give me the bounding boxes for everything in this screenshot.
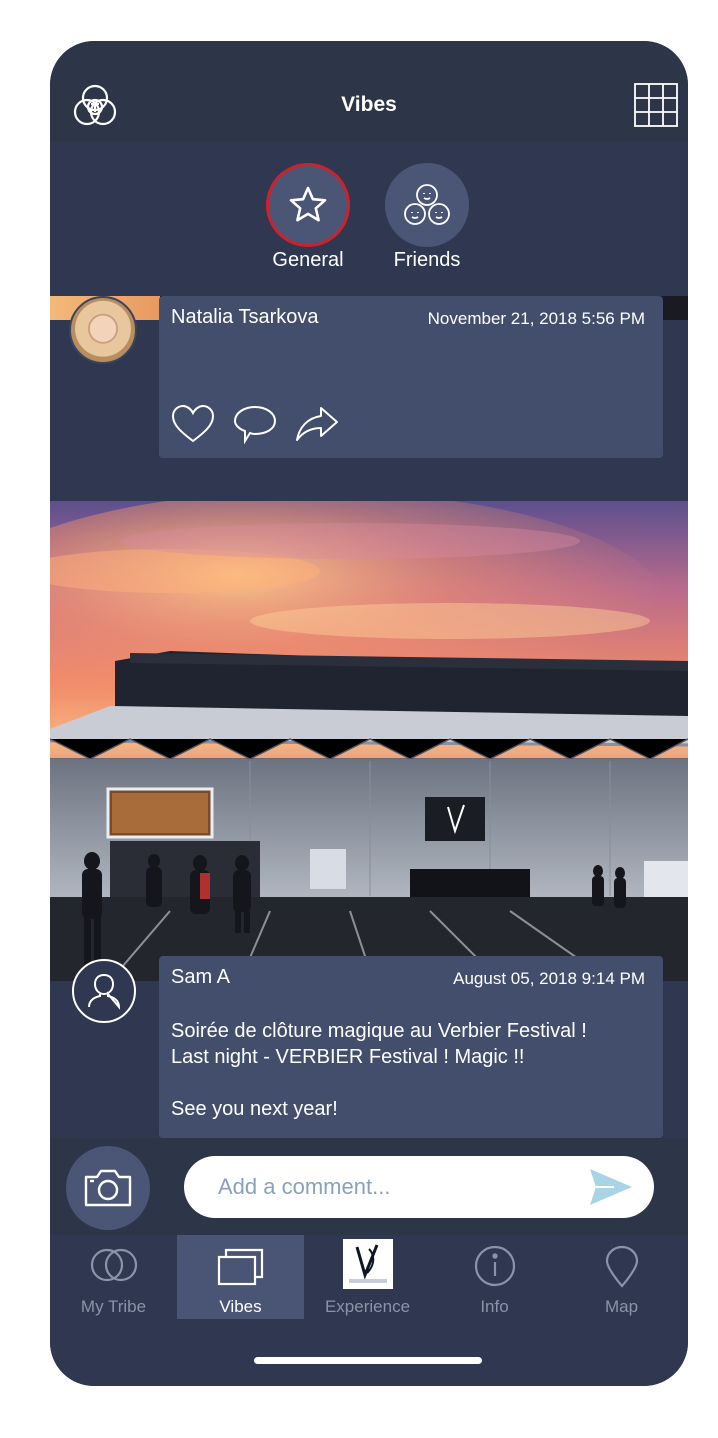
post-card: Sam A August 05, 2018 9:14 PM Soirée de … — [159, 956, 663, 1138]
bottom-tab-bar: My Tribe Vibes Experience Info Map — [50, 1235, 688, 1386]
tab-my-tribe[interactable]: My Tribe — [50, 1235, 177, 1319]
tab-friends-label: Friends — [393, 249, 461, 271]
home-indicator[interactable] — [254, 1357, 482, 1364]
post-natalia: Natalia Tsarkova November 21, 2018 5:56 … — [50, 296, 688, 501]
post-author: Natalia Tsarkova — [171, 306, 319, 328]
verbier-festival-logo — [342, 1239, 393, 1289]
send-icon[interactable] — [588, 1166, 634, 1208]
vibes-icon — [216, 1245, 266, 1292]
share-icon[interactable] — [295, 404, 339, 449]
general-tab-circle — [266, 163, 350, 247]
tab-experience[interactable]: Experience — [304, 1235, 431, 1319]
tab-info[interactable]: Info — [431, 1235, 558, 1319]
post-photo[interactable] — [50, 501, 688, 981]
info-icon — [473, 1245, 517, 1292]
heart-icon[interactable] — [171, 404, 215, 449]
nav-bar: Vibes — [50, 41, 688, 141]
tab-map[interactable]: Map — [558, 1235, 685, 1319]
post-card: Natalia Tsarkova November 21, 2018 5:56 … — [159, 296, 663, 458]
tab-vibes[interactable]: Vibes — [177, 1235, 304, 1319]
avatar[interactable] — [72, 959, 136, 1023]
friends-tab-circle — [385, 163, 469, 247]
post-date: August 05, 2018 9:14 PM — [453, 969, 645, 988]
post-author: Sam A — [171, 966, 230, 988]
post-photo-image — [50, 501, 688, 981]
post-text: Soirée de clôture magique au Verbier Fes… — [171, 1020, 587, 1120]
feed-selector: General Friends — [50, 141, 688, 296]
tab-info-label: Info — [480, 1297, 509, 1316]
tab-general[interactable]: General — [253, 163, 363, 272]
camera-button[interactable] — [66, 1146, 150, 1230]
comment-bar — [50, 1138, 688, 1235]
friends-group-icon — [404, 184, 450, 225]
camera-icon — [84, 1169, 132, 1207]
user-placeholder-icon — [88, 973, 121, 1010]
map-pin-icon — [604, 1245, 640, 1294]
tab-map-label: Map — [604, 1297, 639, 1316]
comment-icon[interactable] — [233, 404, 277, 449]
tab-vibes-label: Vibes — [219, 1297, 262, 1316]
tab-friends[interactable]: Friends — [372, 163, 482, 272]
post-actions — [171, 404, 339, 448]
post-date: November 21, 2018 5:56 PM — [427, 309, 645, 328]
comment-input[interactable] — [184, 1156, 654, 1218]
tab-experience-label: Experience — [324, 1297, 411, 1316]
avatar[interactable] — [69, 296, 137, 364]
phone-screen: Vibes General Friends Natalia Tsarkova N… — [50, 41, 688, 1386]
tab-general-label: General — [272, 249, 344, 271]
page-title: Vibes — [341, 93, 397, 116]
my-tribe-icon — [89, 1245, 139, 1290]
grid-menu-icon[interactable] — [634, 83, 678, 127]
tab-my-tribe-label: My Tribe — [80, 1297, 147, 1316]
star-icon — [289, 186, 327, 222]
